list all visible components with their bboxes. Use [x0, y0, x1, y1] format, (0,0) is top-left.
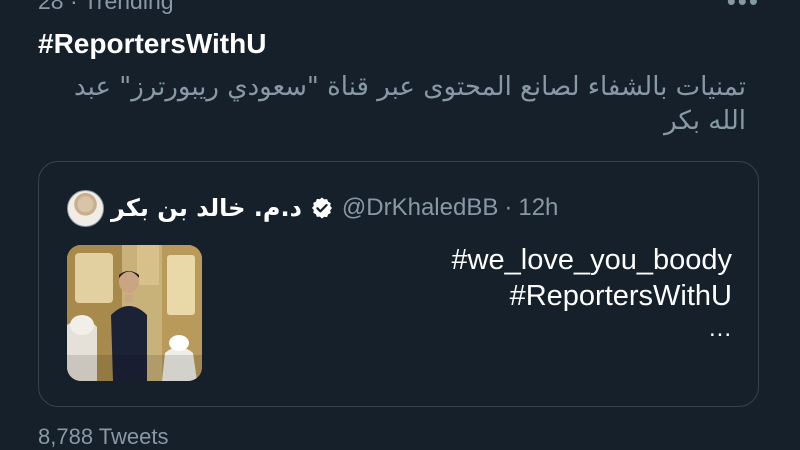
quoted-tweet-card[interactable]: د.م. خالد بن بكر @DrKhaledBB · 12h #we_l… — [38, 161, 759, 407]
author-avatar[interactable] — [67, 190, 104, 227]
trend-context: 28 · Trending — [38, 0, 174, 14]
author-name[interactable]: د.م. خالد بن بكر — [111, 194, 302, 222]
trend-title[interactable]: #ReportersWithU — [38, 28, 266, 60]
thumbnail-photo — [67, 245, 202, 381]
author-handle[interactable]: @DrKhaledBB — [342, 194, 498, 222]
quote-line-hashtag-2[interactable]: #ReportersWithU — [232, 278, 732, 314]
quote-ellipsis: ... — [708, 315, 732, 342]
trend-description: تمنيات بالشفاء لصانع المحتوى عبر قناة "س… — [73, 72, 746, 136]
meta-separator: · — [504, 194, 513, 221]
quote-line-hashtag-1[interactable]: #we_love_you_boody — [232, 242, 732, 278]
tweet-count: 8,788 Tweets — [38, 424, 169, 449]
quoted-tweet-text: #we_love_you_boody #ReportersWithU ... — [232, 242, 732, 344]
post-time[interactable]: 12h — [518, 194, 558, 222]
author-row: د.م. خالد بن بكر @DrKhaledBB · 12h — [111, 190, 558, 226]
tweet-media-thumbnail[interactable] — [67, 245, 202, 381]
verified-badge-icon — [311, 197, 332, 219]
more-icon[interactable]: ••• — [727, 0, 760, 17]
trend-detail-page: 28 · Trending ••• #ReportersWithU تمنيات… — [0, 0, 800, 450]
